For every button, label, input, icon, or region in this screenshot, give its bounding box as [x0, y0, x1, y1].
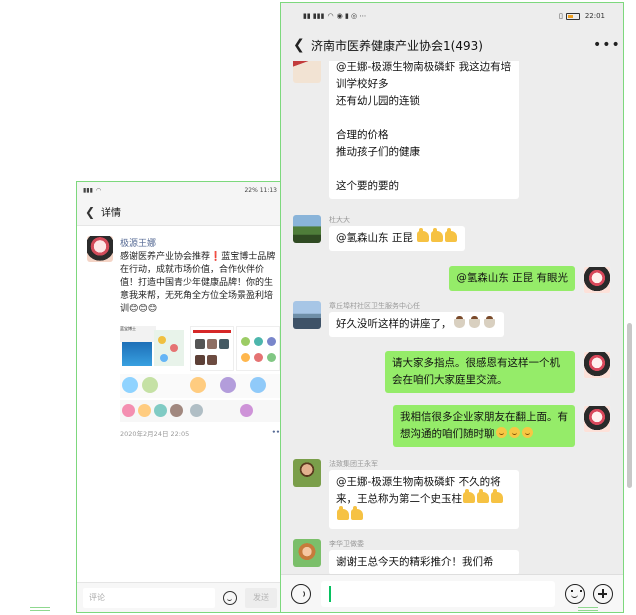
message-item: 法致集团王永军 @王娜-极源生物南极磷虾 不久的将来，王总称为第二个史玉柱	[293, 459, 519, 529]
sender-name: 章丘埠村社区卫生服务中心任	[329, 302, 420, 310]
message-item: @氢森山东 正昆 有眼光	[449, 266, 611, 294]
post-meta: 2020年2月24日 22:05 ••	[120, 428, 280, 438]
back-icon[interactable]: ❮	[85, 205, 99, 219]
post-image-collage[interactable]: 蓝宝博士	[120, 324, 280, 422]
sender-name: 杜大大	[329, 216, 350, 224]
message-item: 我相信很多企业家朋友在翻上面。有想沟通的咱们随时聊	[393, 405, 611, 447]
text-caret	[329, 585, 331, 602]
more-icon[interactable]: •••	[593, 37, 620, 53]
divider-mark	[30, 605, 50, 613]
back-icon[interactable]: ❮	[293, 37, 311, 53]
slide-image-3[interactable]	[120, 374, 280, 398]
screenshot-canvas: ▮▮▮ ◠ 22% 11:13 ❮ 详情 极源王娜 感谢医养产业协会推荐❗蓝宝博…	[0, 0, 636, 615]
message-bubble[interactable]: @氢森山东 正昆 有眼光	[449, 266, 575, 291]
page-title: 详情	[101, 208, 121, 219]
signal-icons: ▮▮▮ ◠	[83, 187, 101, 194]
message-item: 请大家多指点。很感恩有这样一个机会在咱们大家庭里交流。	[385, 351, 611, 393]
message-bubble[interactable]: 谢谢王总今天的精彩推介！我们希	[329, 550, 519, 575]
message-item: 杜大大 @氢森山东 正昆	[293, 215, 466, 251]
post-more-button[interactable]: ••	[272, 428, 280, 438]
message-bubble[interactable]: 请大家多指点。很感恩有这样一个机会在咱们大家庭里交流。	[385, 351, 575, 393]
avatar[interactable]	[293, 301, 321, 329]
notification-icons: ◉ ▮ ◎ ⋯	[336, 12, 367, 20]
slide-image-2[interactable]	[236, 326, 280, 371]
avatar[interactable]	[583, 351, 611, 379]
moments-detail-screen: ▮▮▮ ◠ 22% 11:13 ❮ 详情 极源王娜 感谢医养产业协会推荐❗蓝宝博…	[76, 181, 284, 613]
avatar[interactable]	[293, 459, 321, 487]
chat-navbar: ❮ 济南市医养健康产业协会1(493) •••	[281, 29, 623, 61]
status-right: ▯ 22:01	[559, 12, 605, 20]
message-input[interactable]	[321, 580, 555, 607]
poster-kids-image	[154, 330, 184, 366]
chat-title: 济南市医养健康产业协会1(493)	[311, 38, 483, 53]
message-item: 章丘埠村社区卫生服务中心任 好久没听这样的讲座了，	[293, 301, 504, 337]
message-item: @王娜-极源生物南极磷虾 我这边有培训学校好多 还有幼儿园的连锁 合理的价格 推…	[293, 61, 519, 199]
sender-name: 李华卫做委	[329, 540, 364, 548]
status-bar: ▮▮▮ ◠ 22% 11:13	[77, 182, 283, 198]
comment-input[interactable]: 评论	[83, 587, 215, 608]
post-author[interactable]: 极源王娜	[120, 236, 280, 249]
signal-icon: ▮▮ ▮▮▮	[303, 12, 325, 20]
message-bubble[interactable]: @氢森山东 正昆	[329, 226, 466, 251]
emoji-icon[interactable]	[223, 590, 237, 605]
message-item: 李华卫做委 谢谢王总今天的精彩推介！我们希	[293, 539, 519, 575]
status-time: 22:01	[584, 12, 605, 20]
status-left-icons: ▮▮ ▮▮▮ ◠ ◉ ▮ ◎ ⋯	[303, 12, 366, 20]
message-bubble[interactable]: @王娜-极源生物南极磷虾 我这边有培训学校好多 还有幼儿园的连锁 合理的价格 推…	[329, 61, 519, 199]
vibrate-icon: ▯	[558, 12, 563, 20]
group-chat-screen: ▮▮ ▮▮▮ ◠ ◉ ▮ ◎ ⋯ ▯ 22:01 ❮ 济南市医养健康产业协会1(…	[280, 2, 624, 613]
slide-image-4[interactable]	[120, 400, 280, 422]
message-list[interactable]: @王娜-极源生物南极磷虾 我这边有培训学校好多 还有幼儿园的连锁 合理的价格 推…	[281, 61, 623, 576]
voice-icon[interactable]	[291, 583, 311, 604]
status-bar: ▮▮ ▮▮▮ ◠ ◉ ▮ ◎ ⋯ ▯ 22:01	[281, 3, 623, 29]
message-bubble[interactable]: @王娜-极源生物南极磷虾 不久的将来，王总称为第二个史玉柱	[329, 470, 519, 529]
avatar[interactable]	[293, 215, 321, 243]
message-bubble[interactable]: 好久没听这样的讲座了，	[329, 312, 504, 337]
avatar[interactable]	[583, 405, 611, 433]
avatar[interactable]	[87, 236, 113, 262]
message-bubble[interactable]: 我相信很多企业家朋友在翻上面。有想沟通的咱们随时聊	[393, 405, 575, 447]
plus-icon[interactable]	[593, 583, 613, 604]
page-scrollbar[interactable]	[627, 323, 632, 488]
poster-title: 蓝宝博士	[120, 326, 156, 342]
moments-post: 极源王娜 感谢医养产业协会推荐❗蓝宝博士品牌在行动，成就市场价值，合作伙伴价值！…	[77, 226, 283, 438]
poster-graphic	[122, 342, 152, 366]
wifi-icon: ◠	[95, 186, 102, 194]
avatar[interactable]	[583, 266, 611, 294]
emoji-icon[interactable]	[565, 583, 585, 604]
chat-input-bar	[281, 574, 623, 612]
signal-icon: ▮▮▮	[83, 186, 93, 194]
poster-image[interactable]: 蓝宝博士	[120, 326, 188, 371]
avatar[interactable]	[293, 539, 321, 567]
comment-bar: 评论 发送	[77, 582, 283, 612]
battery-icon	[565, 12, 580, 20]
status-right: 22% 11:13	[244, 186, 277, 194]
sender-name: 法致集团王永军	[329, 460, 378, 468]
post-text: 感谢医养产业协会推荐❗蓝宝博士品牌在行动，成就市场价值，合作伙伴价值！打造中国青…	[120, 252, 276, 314]
divider-mark	[578, 605, 598, 613]
avatar[interactable]	[293, 61, 321, 83]
post-time: 2020年2月24日 22:05	[120, 430, 190, 438]
detail-navbar: ❮ 详情	[77, 198, 283, 226]
slide-image-1[interactable]	[190, 326, 234, 371]
send-button[interactable]: 发送	[245, 587, 277, 608]
wifi-icon: ◠	[327, 12, 334, 20]
